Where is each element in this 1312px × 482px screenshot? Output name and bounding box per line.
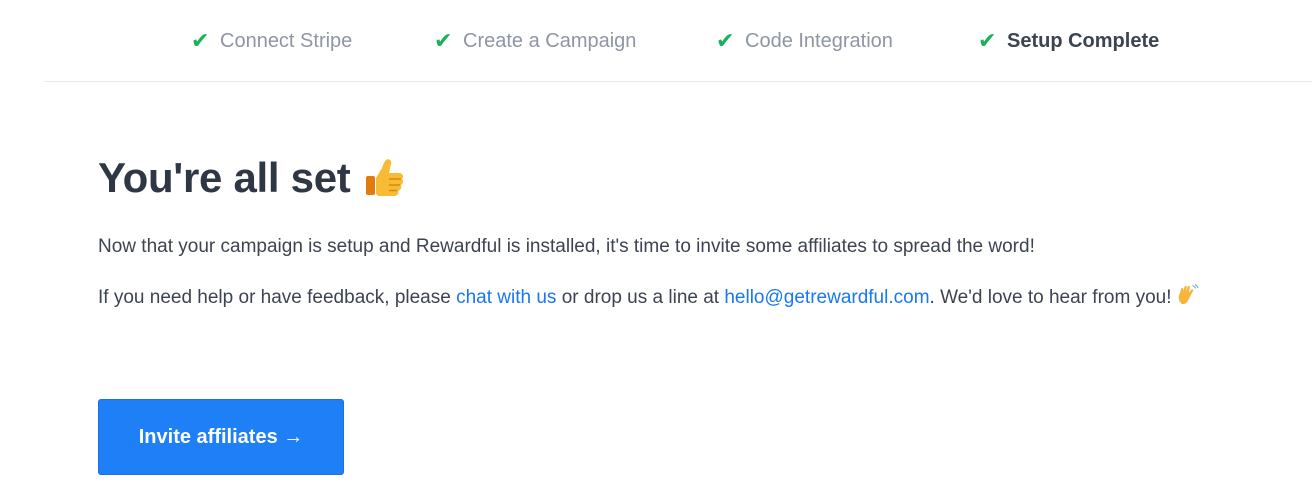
check-icon: ✔ xyxy=(978,28,997,53)
waving-hand-icon xyxy=(1179,284,1199,305)
step-label: Setup Complete xyxy=(1007,29,1160,52)
step-label: Code Integration xyxy=(745,29,893,52)
thumbs-up-icon xyxy=(366,159,404,196)
help-text-end: . We'd love to hear from you! xyxy=(929,287,1172,308)
step-connect-stripe: ✔ Connect Stripe xyxy=(191,27,352,55)
help-text-start: If you need help or have feedback, pleas… xyxy=(98,287,457,308)
step-label: Connect Stripe xyxy=(220,29,353,52)
invite-affiliates-button[interactable]: Invite affiliates → xyxy=(98,399,344,475)
step-code-integration: ✔ Code Integration xyxy=(716,27,893,55)
chat-with-us-link[interactable]: chat with us xyxy=(456,287,556,308)
page-title: You're all set xyxy=(98,150,1278,206)
setup-progress-steps: ✔ Connect Stripe ✔ Create a Campaign ✔ C… xyxy=(44,0,1312,82)
help-text-middle: or drop us a line at xyxy=(556,287,725,308)
step-setup-complete: ✔ Setup Complete xyxy=(978,27,1159,55)
intro-text: Now that your campaign is setup and Rewa… xyxy=(98,236,1035,257)
check-icon: ✔ xyxy=(716,28,735,53)
step-create-campaign: ✔ Create a Campaign xyxy=(434,27,636,55)
check-icon: ✔ xyxy=(434,28,453,53)
support-email-link[interactable]: hello@getrewardful.com xyxy=(724,287,929,308)
check-icon: ✔ xyxy=(191,28,210,53)
help-text: If you need help or have feedback, pleas… xyxy=(98,279,1238,317)
page-title-text: You're all set xyxy=(98,154,351,201)
step-label: Create a Campaign xyxy=(463,29,637,52)
setup-complete-panel: You're all set Now that your campaign is… xyxy=(98,150,1278,475)
